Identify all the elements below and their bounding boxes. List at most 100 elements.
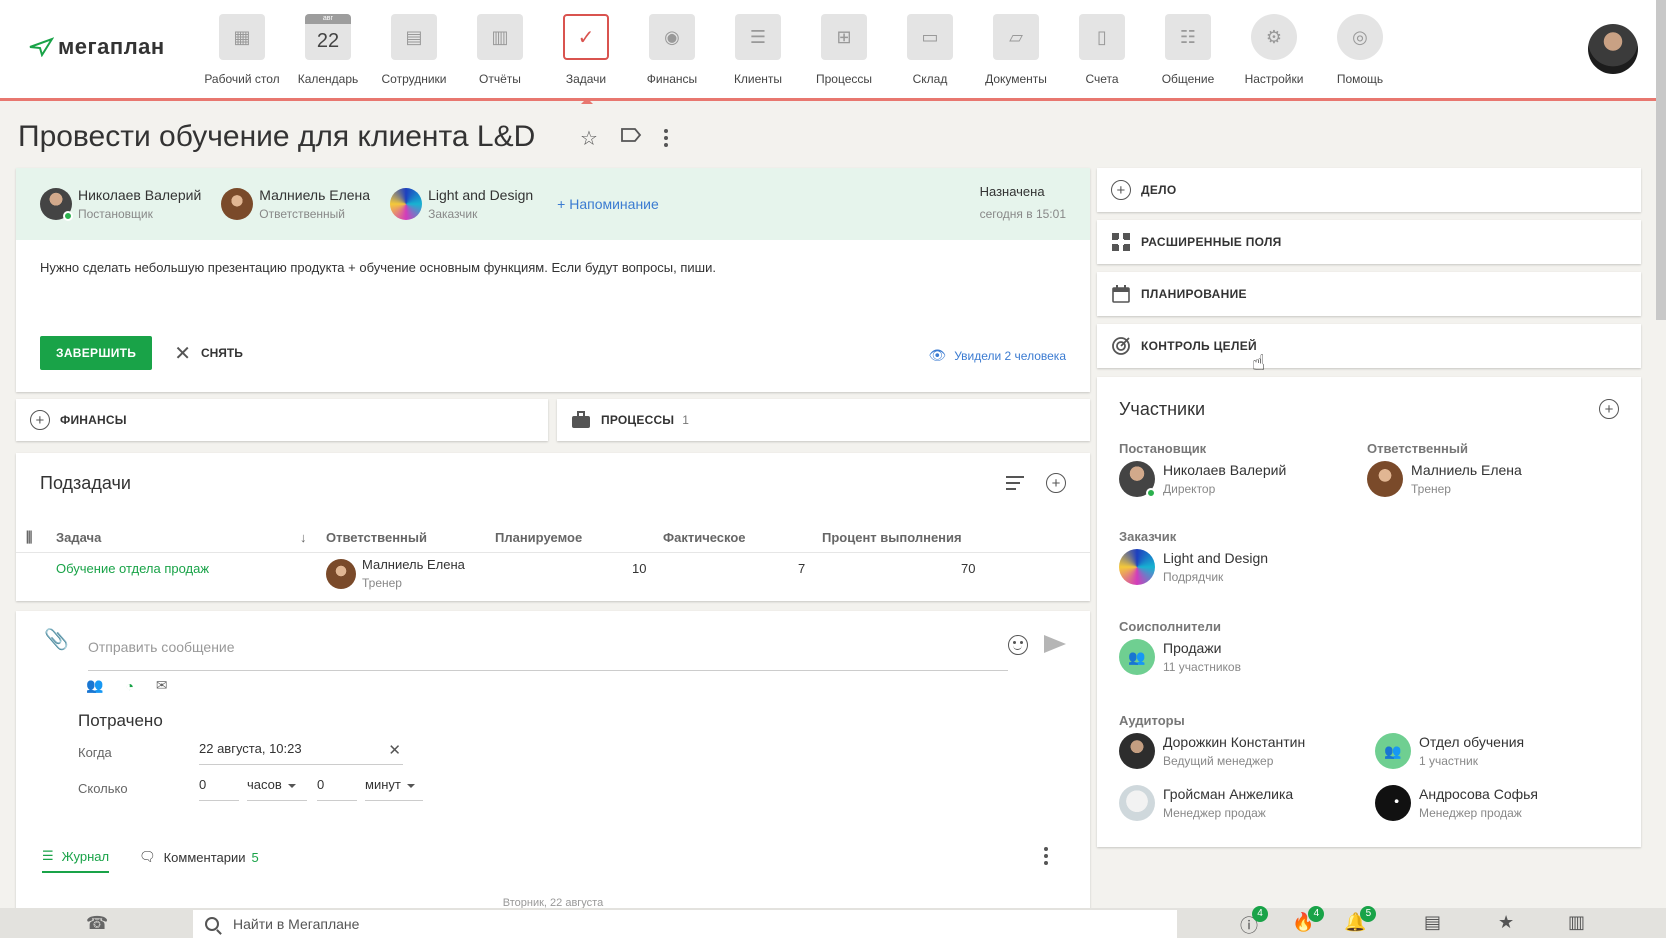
chat-icon: ☷ xyxy=(1165,14,1211,60)
nav-label: Настройки xyxy=(1244,72,1304,86)
side-task-button[interactable]: + ДЕЛО xyxy=(1097,168,1641,212)
tab-comments[interactable]: 🗨 Комментарии 5 xyxy=(139,841,259,873)
add-participant-icon[interactable]: + xyxy=(1599,399,1619,419)
tab-journal[interactable]: ☰ Журнал xyxy=(42,841,110,873)
side-extended-fields-button[interactable]: РАСШИРЕННЫЕ ПОЛЯ xyxy=(1097,220,1641,264)
book-icon[interactable]: ▥ xyxy=(1568,912,1585,933)
participant-auditor[interactable]: Гройсман Анжелика Менеджер продаж xyxy=(1119,785,1293,821)
fire-icon[interactable]: 🔥 4 xyxy=(1292,906,1325,933)
participant-coexec[interactable]: 👥 Продажи 11 участников xyxy=(1119,639,1241,675)
tag-icon[interactable] xyxy=(620,126,642,151)
finance-section-button[interactable]: + ФИНАНСЫ xyxy=(16,399,548,441)
nav-invoices[interactable]: ▯ Счета xyxy=(1060,14,1144,86)
mail-icon[interactable]: ✉ xyxy=(156,677,168,694)
minutes-unit-select[interactable]: минут xyxy=(365,777,423,801)
send-icon[interactable] xyxy=(1044,635,1066,653)
hours-unit-select[interactable]: часов xyxy=(247,777,307,801)
message-input[interactable]: Отправить сообщение xyxy=(88,627,1008,671)
column-actual[interactable]: Фактическое xyxy=(663,530,746,545)
sort-lines-icon[interactable] xyxy=(1006,476,1024,490)
clear-icon[interactable]: ✕ xyxy=(388,741,401,759)
people-icon[interactable]: 👥 xyxy=(86,677,103,694)
attach-icon[interactable]: 📎 xyxy=(44,627,69,652)
column-task[interactable]: Задача xyxy=(56,530,101,545)
alert-badge: 4 xyxy=(1252,906,1268,922)
seen-by-link[interactable]: 👁 Увидели 2 человека xyxy=(928,347,1066,364)
global-search-input[interactable]: Найти в Мегаплане xyxy=(193,910,1177,938)
group-name: Продажи xyxy=(1163,640,1222,656)
invoices-icon: ▯ xyxy=(1079,14,1125,60)
processes-icon: ⊞ xyxy=(821,14,867,60)
task-customer[interactable]: Light and Design Заказчик xyxy=(390,187,533,221)
group-icon: 👥 xyxy=(1119,639,1155,675)
participant-responsible[interactable]: Малниель Елена Тренер xyxy=(1367,461,1522,497)
group-coexec-label: Соисполнители xyxy=(1119,619,1221,634)
column-planned[interactable]: Планируемое xyxy=(495,530,582,545)
nav-tasks[interactable]: ✓ Задачи xyxy=(544,14,628,104)
nav-help[interactable]: ◎ Помощь xyxy=(1318,14,1402,86)
column-percent[interactable]: Процент выполнения xyxy=(822,530,962,545)
emoji-icon[interactable] xyxy=(1008,635,1028,655)
more-vertical-icon[interactable] xyxy=(663,129,668,151)
add-subtask-icon[interactable]: + xyxy=(1046,473,1066,493)
side-goals-button[interactable]: КОНТРОЛЬ ЦЕЛЕЙ xyxy=(1097,324,1641,368)
person-name: Андросова Софья xyxy=(1419,786,1538,802)
megaplan-logo[interactable]: мегаплан xyxy=(28,34,165,60)
phone-icon[interactable]: ☎ xyxy=(86,913,108,934)
nav-calendar[interactable]: авг 22 Календарь xyxy=(286,14,370,86)
when-field[interactable]: 22 августа, 10:23 ✕ xyxy=(199,741,403,765)
side-planning-button[interactable]: ПЛАНИРОВАНИЕ xyxy=(1097,272,1641,316)
main-nav: ▦ Рабочий стол авг 22 Календарь ▤ Сотрудники… xyxy=(200,14,1404,104)
nav-settings[interactable]: ⚙ Настройки xyxy=(1232,14,1316,86)
side-button-label: КОНТРОЛЬ ЦЕЛЕЙ xyxy=(1141,339,1257,353)
top-navigation: мегаплан ▦ Рабочий стол авг 22 Календарь ▤ С… xyxy=(0,0,1666,104)
warehouse-icon: ▭ xyxy=(907,14,953,60)
table-row[interactable]: Обучение отдела продаж Малниель Елена Тре… xyxy=(16,557,1090,597)
minutes-input[interactable]: 0 xyxy=(317,777,357,801)
feed-more-icon[interactable] xyxy=(1044,847,1048,865)
columns-settings-icon[interactable]: ⫼ xyxy=(26,529,32,546)
sort-arrow-icon[interactable]: ↓ xyxy=(300,530,307,545)
time-spent-icon[interactable]: ◔ xyxy=(125,678,133,694)
task-creator[interactable]: Николаев Валерий Постановщик xyxy=(40,187,201,221)
task-responsible[interactable]: Малниель Елена Ответственный xyxy=(221,187,370,221)
participant-auditor[interactable]: Андросова Софья Менеджер продаж xyxy=(1375,785,1538,821)
hours-input[interactable]: 0 xyxy=(199,777,239,801)
alert-icon[interactable]: ⓘ 4 xyxy=(1240,906,1268,938)
participant-customer[interactable]: Light and Design Подрядчик xyxy=(1119,549,1268,585)
person-name: Light and Design xyxy=(428,187,534,203)
participant-auditor[interactable]: Дорожкин Константин Ведущий менеджер xyxy=(1119,733,1305,769)
bell-icon[interactable]: 🔔 5 xyxy=(1344,906,1377,933)
tab-label: Журнал xyxy=(61,848,110,864)
nav-clients[interactable]: ☰ Клиенты xyxy=(716,14,800,86)
nav-label: Помощь xyxy=(1336,72,1384,86)
person-role: Тренер xyxy=(362,576,402,590)
nav-finance[interactable]: ◉ Финансы xyxy=(630,14,714,86)
page-scrollbar[interactable] xyxy=(1656,0,1666,320)
subtask-responsible: Малниель Елена Тренер xyxy=(326,557,465,590)
participant-auditor[interactable]: 👥 Отдел обучения 1 участник xyxy=(1375,733,1524,769)
reports-icon: ▥ xyxy=(477,14,523,60)
add-reminder-link[interactable]: + Напоминание xyxy=(557,196,659,212)
nav-processes[interactable]: ⊞ Процессы xyxy=(802,14,886,86)
nav-documents[interactable]: ▱ Документы xyxy=(974,14,1058,86)
user-avatar[interactable] xyxy=(1588,24,1638,74)
processes-section-button[interactable]: ПРОЦЕССЫ 1 xyxy=(557,399,1090,441)
seen-label: Увидели 2 человека xyxy=(954,348,1066,363)
nav-chat[interactable]: ☷ Общение xyxy=(1146,14,1230,86)
subtasks-card: Подзадачи + ⫼ Задача ↓ Ответственный Пла… xyxy=(16,453,1090,601)
nav-reports[interactable]: ▥ Отчёты xyxy=(458,14,542,86)
column-responsible[interactable]: Ответственный xyxy=(326,530,427,545)
nav-warehouse[interactable]: ▭ Склад xyxy=(888,14,972,86)
settings-icon: ⚙ xyxy=(1251,14,1297,60)
star-icon[interactable]: ★ xyxy=(1498,912,1514,933)
star-icon[interactable]: ☆ xyxy=(580,126,598,151)
nav-desktop[interactable]: ▦ Рабочий стол xyxy=(200,14,284,86)
finance-label: ФИНАНСЫ xyxy=(60,413,127,427)
message-icon[interactable]: ▤ xyxy=(1424,912,1441,933)
remove-button[interactable]: ✕ СНЯТЬ xyxy=(174,341,243,366)
participant-creator[interactable]: Николаев Валерий Директор xyxy=(1119,461,1286,498)
complete-button[interactable]: ЗАВЕРШИТЬ xyxy=(40,336,153,370)
nav-employees[interactable]: ▤ Сотрудники xyxy=(372,14,456,86)
subtask-link[interactable]: Обучение отдела продаж xyxy=(56,561,209,576)
